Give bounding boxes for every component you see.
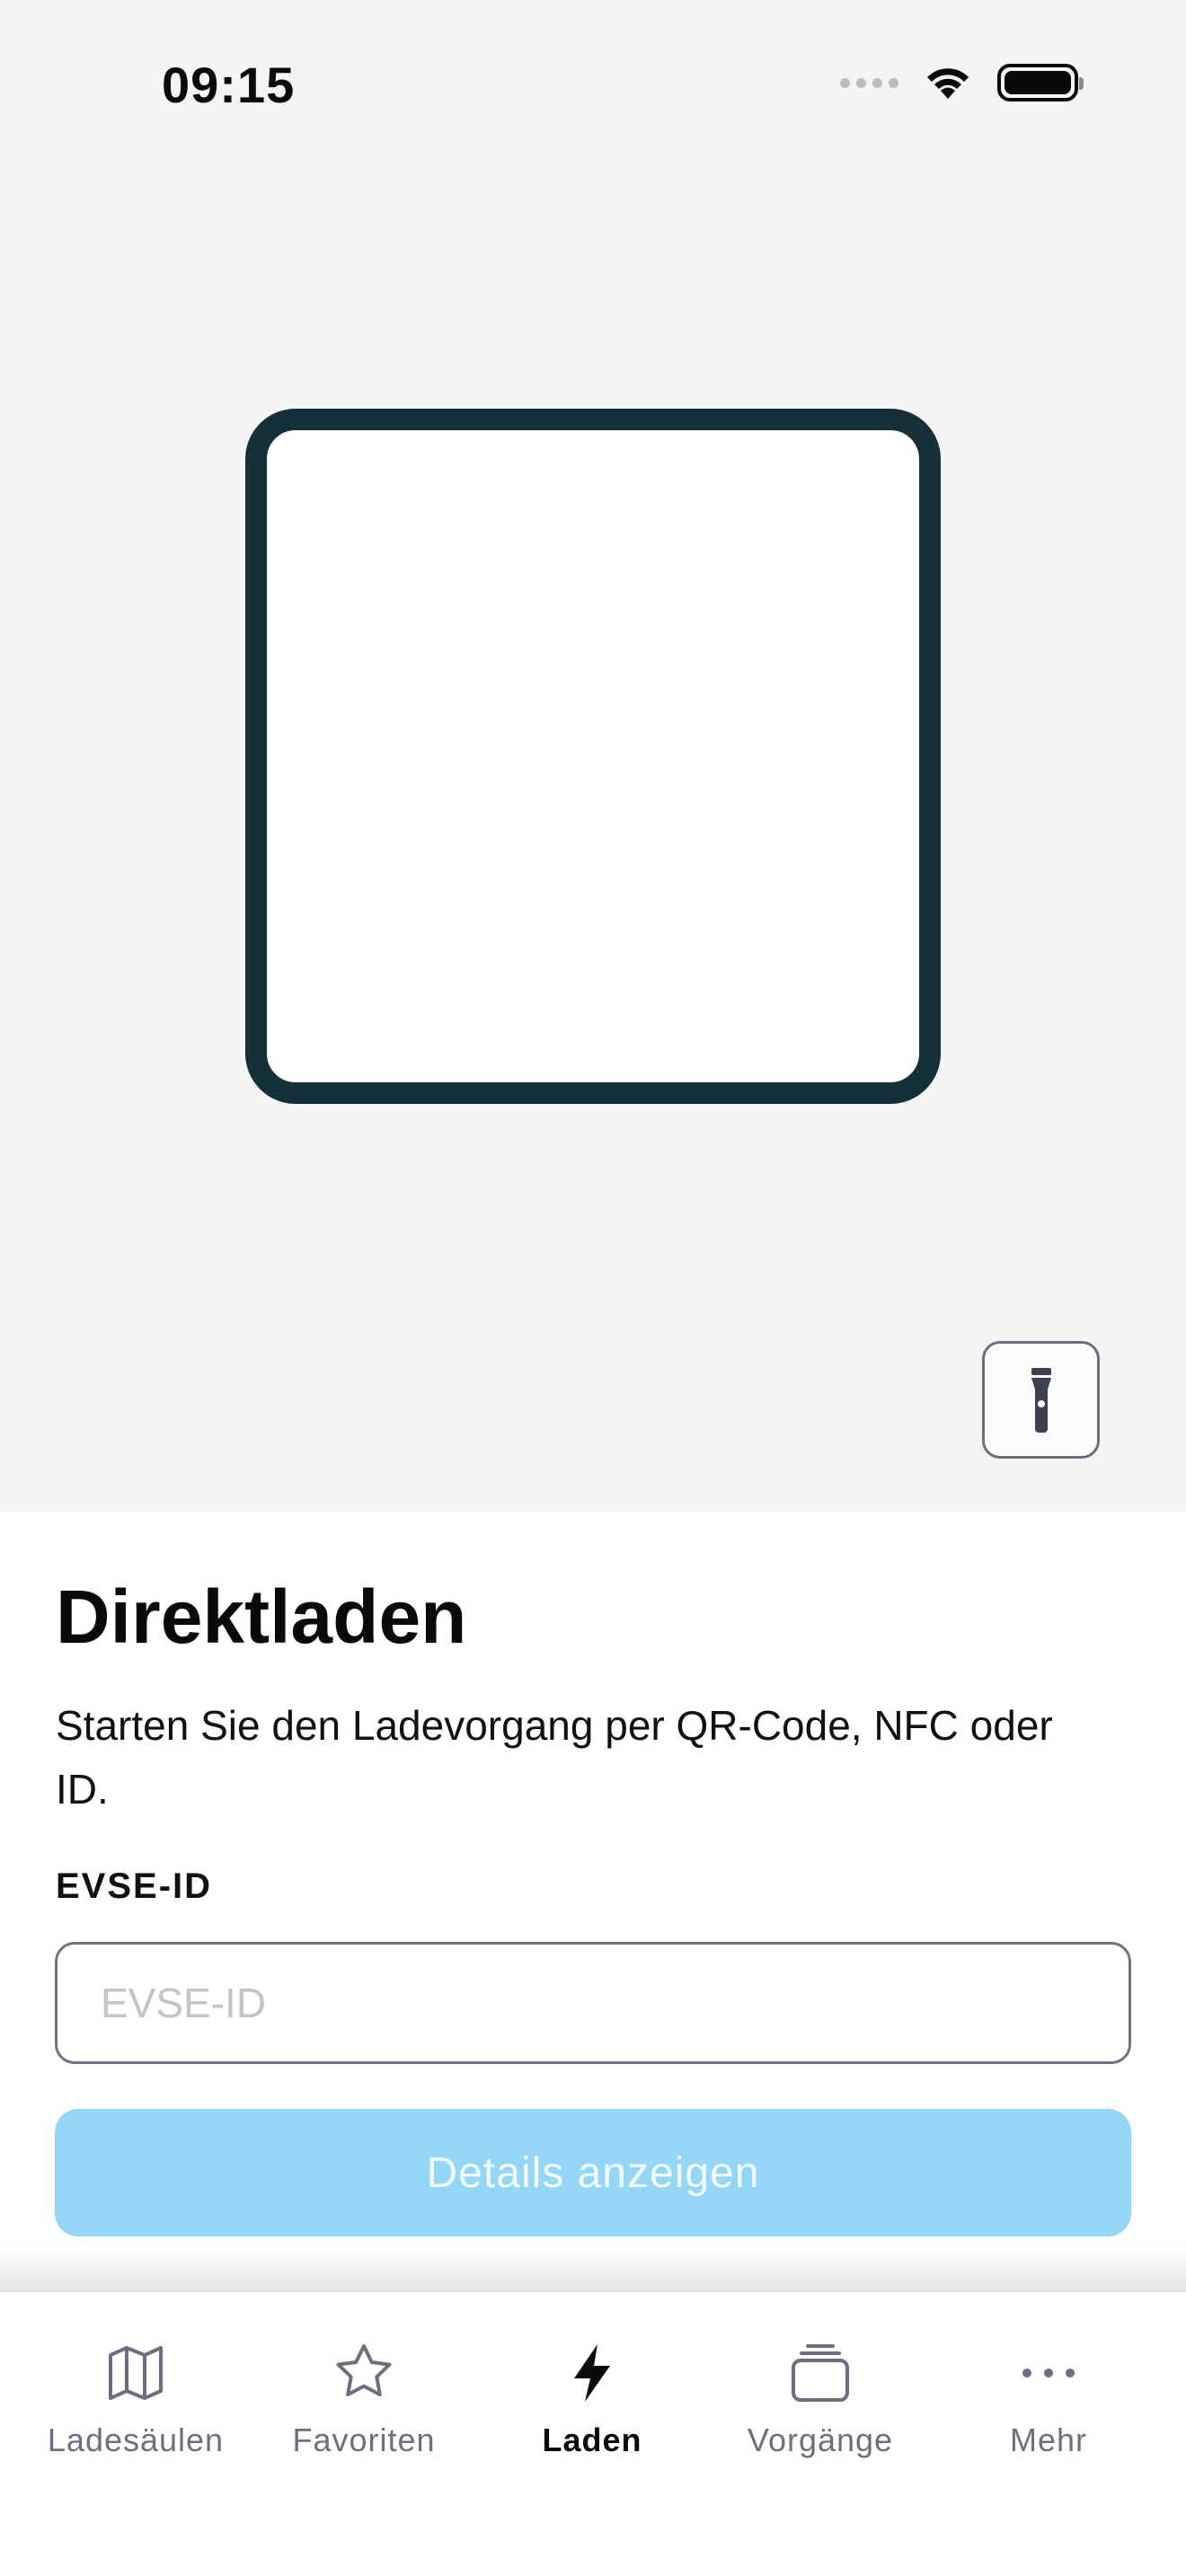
tab-label: Vorgänge	[747, 2422, 894, 2458]
status-time: 09:15	[162, 57, 296, 113]
cellular-signal-icon	[840, 77, 898, 88]
tab-mehr[interactable]: Mehr	[934, 2292, 1163, 2576]
page-subtitle: Starten Sie den Ladevorgang per QR-Code,…	[56, 1702, 1053, 1813]
tab-label: Ladesäulen	[47, 2422, 225, 2458]
map-icon	[109, 2346, 163, 2400]
tab-bar-shadow	[0, 2245, 1186, 2292]
stack-icon	[792, 2344, 849, 2402]
qr-scan-frame	[245, 409, 941, 1104]
wifi-icon	[927, 68, 969, 99]
scanner-area: 09:15	[0, 0, 1186, 1512]
tab-ladesaeulen[interactable]: Ladesäulen	[22, 2292, 250, 2576]
more-icon	[1022, 2369, 1075, 2378]
tab-bar: Ladesäulen Favoriten Laden Vorgänge Mehr	[0, 2292, 1186, 2576]
details-button[interactable]: Details anzeigen	[55, 2109, 1131, 2236]
tab-label: Laden	[542, 2422, 642, 2458]
tab-label: Favoriten	[292, 2422, 436, 2458]
tab-favoriten[interactable]: Favoriten	[250, 2292, 478, 2576]
page-title: Direktladen	[56, 1575, 467, 1659]
flashlight-icon	[1031, 1367, 1051, 1433]
tab-laden[interactable]: Laden	[478, 2292, 706, 2576]
evse-id-label: EVSE-ID	[56, 1866, 213, 1906]
evse-id-input[interactable]	[55, 1942, 1131, 2064]
battery-icon	[997, 64, 1084, 101]
star-icon	[336, 2344, 392, 2396]
lightning-icon	[574, 2344, 610, 2402]
flashlight-button[interactable]	[982, 1341, 1100, 1459]
status-icons	[840, 63, 1084, 102]
tab-label: Mehr	[1009, 2422, 1088, 2458]
tab-vorgaenge[interactable]: Vorgänge	[706, 2292, 934, 2576]
